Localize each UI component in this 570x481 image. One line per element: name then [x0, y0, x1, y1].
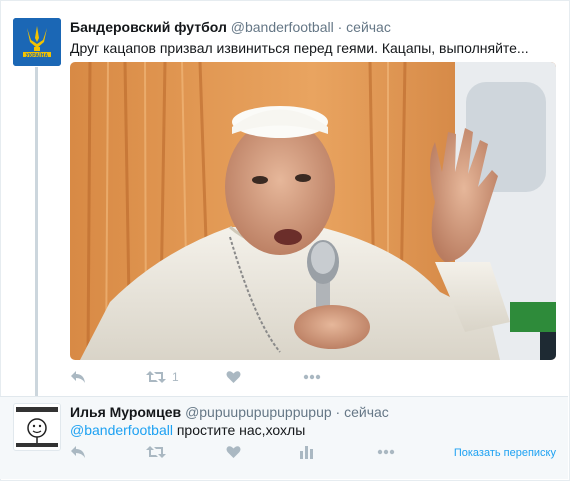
- reply-button[interactable]: [70, 445, 86, 459]
- tweet2-text: @banderfootball простите нас,хохлы: [70, 422, 305, 438]
- tweet-photo[interactable]: [70, 62, 556, 360]
- meme-face-icon: [16, 407, 58, 447]
- reply-button[interactable]: [70, 370, 86, 384]
- more-icon: [303, 374, 321, 380]
- like-button[interactable]: [226, 370, 241, 384]
- retweet-icon: [146, 371, 166, 383]
- more-icon: [377, 449, 395, 455]
- mention-link[interactable]: @banderfootball: [70, 422, 173, 438]
- reply-icon: [71, 371, 85, 383]
- more-button[interactable]: [377, 449, 395, 455]
- tweet1-header: Бандеровский футбол @banderfootball · се…: [70, 19, 391, 35]
- user-handle[interactable]: @pupuupupupuppupup: [185, 404, 332, 420]
- retweet-count: 1: [172, 370, 179, 384]
- separator-dot: ·: [335, 404, 341, 420]
- like-icon: [226, 371, 241, 383]
- reply-icon: [71, 446, 85, 458]
- display-name[interactable]: Бандеровский футбол: [70, 19, 227, 35]
- photo-pope-microphone: [70, 62, 556, 360]
- separator-dot: ·: [337, 19, 343, 35]
- timestamp[interactable]: сейчас: [346, 19, 391, 35]
- like-icon: [226, 446, 241, 458]
- display-name[interactable]: Илья Муромцев: [70, 404, 181, 420]
- user-handle[interactable]: @banderfootball: [231, 19, 334, 35]
- avatar-banderfootball[interactable]: УКРАЇНА: [13, 18, 61, 66]
- tweet1-text: Друг кацапов призвал извиниться перед ге…: [70, 40, 529, 56]
- avatar-logo-text: УКРАЇНА: [25, 53, 49, 59]
- analytics-button[interactable]: [299, 445, 313, 459]
- like-button[interactable]: [226, 445, 241, 459]
- more-button[interactable]: [303, 374, 321, 380]
- reply-text: простите нас,хохлы: [172, 422, 306, 438]
- tweet2-header: Илья Муромцев @pupuupupupuppupup · сейча…: [70, 404, 389, 420]
- retweet-icon: [146, 446, 166, 458]
- timestamp[interactable]: сейчас: [344, 404, 389, 420]
- retweet-button[interactable]: [146, 445, 166, 459]
- avatar-user[interactable]: [13, 403, 61, 451]
- analytics-icon: [300, 446, 313, 459]
- show-conversation-link[interactable]: Показать переписку: [454, 447, 556, 459]
- retweet-button[interactable]: 1: [146, 370, 179, 384]
